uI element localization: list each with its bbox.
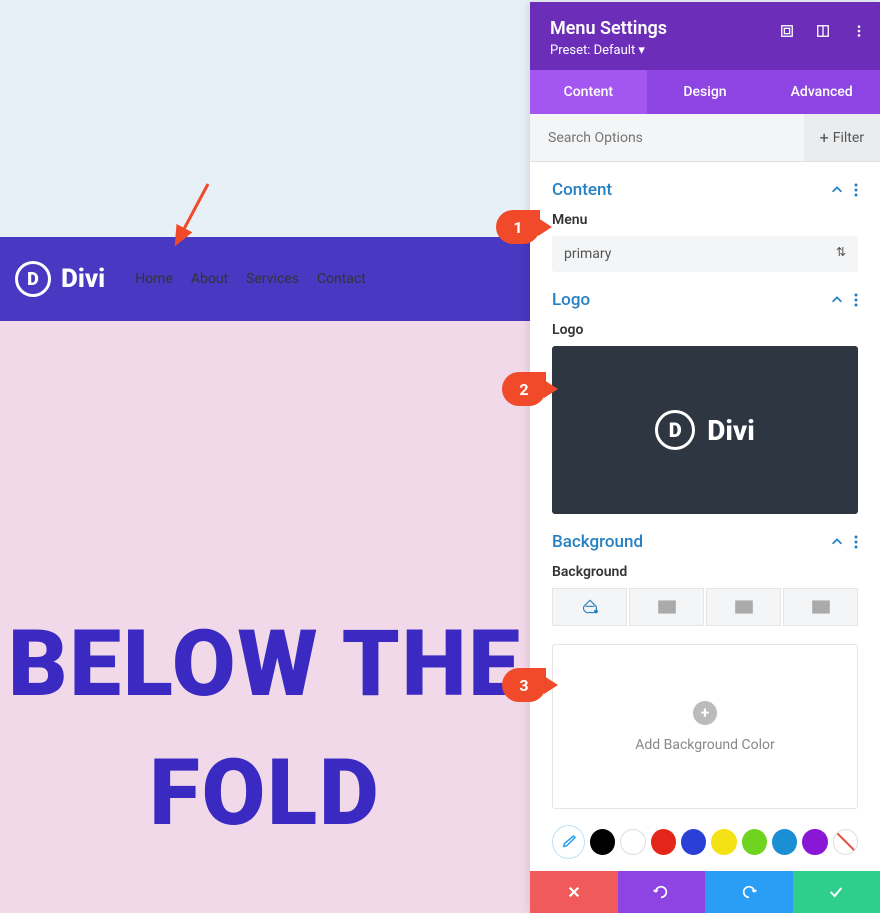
more-icon[interactable] (852, 24, 866, 38)
swatch-green[interactable] (742, 829, 767, 855)
background-tabs (552, 588, 858, 626)
logo-label: Logo (552, 322, 858, 338)
filter-label: Filter (833, 130, 864, 146)
tab-advanced[interactable]: Advanced (763, 70, 880, 114)
section-more-icon[interactable] (854, 293, 858, 307)
bg-tab-gradient[interactable] (629, 588, 704, 626)
logo-preview-text: Divi (707, 414, 755, 447)
expand-icon[interactable] (780, 24, 794, 38)
search-row: + Filter (530, 114, 880, 162)
annotation-marker-3: 3 (502, 668, 546, 702)
settings-panel: Menu Settings Preset: Default ▾ Content … (530, 2, 880, 913)
swatch-none[interactable] (833, 829, 858, 855)
swatch-white[interactable] (620, 829, 645, 855)
panel-preset[interactable]: Preset: Default ▾ (550, 43, 860, 58)
tab-design[interactable]: Design (647, 70, 764, 114)
nav-item-contact[interactable]: Contact (317, 271, 366, 287)
swatch-red[interactable] (651, 829, 676, 855)
menu-select[interactable]: primary (552, 236, 858, 272)
annotation-marker-1: 1 (496, 210, 540, 244)
page-preview: D Divi Home About Services Contact BELOW… (0, 0, 530, 913)
section-head-logo: Logo (552, 272, 858, 322)
logo-preview-icon: D (655, 410, 695, 450)
undo-button[interactable] (618, 871, 706, 913)
nav-item-services[interactable]: Services (246, 271, 299, 287)
nav-item-about[interactable]: About (191, 271, 228, 287)
nav-item-home[interactable]: Home (135, 271, 173, 287)
preview-top-area (0, 0, 530, 237)
cancel-button[interactable] (530, 871, 618, 913)
swatch-blue[interactable] (681, 829, 706, 855)
swatch-black[interactable] (590, 829, 615, 855)
color-swatches (552, 825, 858, 859)
filter-button[interactable]: + Filter (804, 114, 880, 161)
hero-text-line2: FOLD (0, 730, 530, 859)
logo-letter: D (27, 269, 39, 290)
section-title-content[interactable]: Content (552, 180, 612, 200)
nav-items: Home About Services Contact (135, 271, 366, 287)
swatch-yellow[interactable] (711, 829, 736, 855)
logo-text: Divi (61, 264, 105, 294)
chevron-up-icon[interactable] (830, 535, 844, 549)
search-input[interactable] (530, 114, 804, 161)
section-more-icon[interactable] (854, 183, 858, 197)
chevron-up-icon[interactable] (830, 183, 844, 197)
columns-icon[interactable] (816, 24, 830, 38)
chevron-up-icon[interactable] (830, 293, 844, 307)
save-button[interactable] (793, 871, 880, 913)
panel-body: Content Menu primary Logo Logo D Divi Ba… (530, 162, 880, 871)
bg-tab-video[interactable] (783, 588, 858, 626)
preview-navbar: D Divi Home About Services Contact (0, 237, 530, 321)
menu-label: Menu (552, 212, 858, 228)
add-background-text: Add Background Color (635, 737, 775, 753)
swatch-cyan[interactable] (772, 829, 797, 855)
background-dropzone[interactable]: + Add Background Color (552, 644, 858, 809)
bg-tab-image[interactable] (706, 588, 781, 626)
logo-preview[interactable]: D Divi (552, 346, 858, 514)
section-head-background: Background (552, 514, 858, 564)
background-label: Background (552, 564, 858, 580)
panel-header: Menu Settings Preset: Default ▾ (530, 2, 880, 70)
section-title-logo[interactable]: Logo (552, 290, 590, 310)
tabs: Content Design Advanced (530, 70, 880, 114)
redo-button[interactable] (705, 871, 793, 913)
tab-content[interactable]: Content (530, 70, 647, 114)
annotation-marker-2: 2 (502, 372, 546, 406)
logo-icon: D (15, 261, 51, 297)
section-more-icon[interactable] (854, 535, 858, 549)
section-head-content: Content (552, 162, 858, 212)
color-picker-icon[interactable] (552, 825, 585, 859)
preview-body: BELOW THE FOLD (0, 321, 530, 913)
swatch-purple[interactable] (802, 829, 827, 855)
annotation-arrow (160, 178, 220, 258)
hero-text-line1: BELOW THE (0, 601, 530, 730)
logo-preview-letter: D (669, 418, 682, 442)
add-background-button[interactable]: + (693, 701, 717, 725)
section-title-background[interactable]: Background (552, 532, 643, 552)
bg-tab-color[interactable] (552, 588, 627, 626)
panel-footer (530, 871, 880, 913)
